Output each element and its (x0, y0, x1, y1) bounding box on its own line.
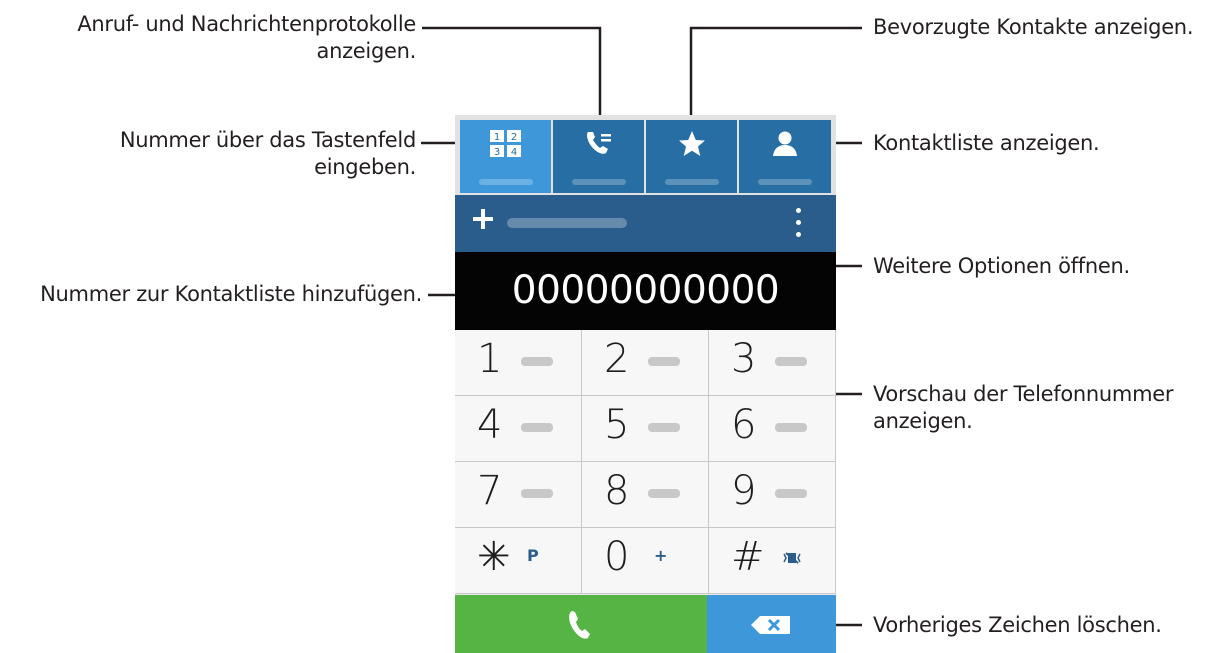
key-letters-label (521, 489, 553, 498)
key-9[interactable]: 9 (709, 462, 836, 528)
tab-logs[interactable] (553, 120, 644, 193)
key-digit: 1 (477, 336, 503, 382)
contact-person-icon (770, 129, 800, 163)
key-digit: 7 (477, 468, 503, 514)
key-10[interactable]: ✳ P (455, 528, 582, 594)
key-2[interactable]: 2 (582, 330, 709, 396)
key-digit: 5 (604, 402, 630, 448)
phone-icon (569, 611, 590, 639)
key-12[interactable]: # (709, 528, 836, 594)
tab-favorites-label (664, 179, 719, 185)
svg-text:4: 4 (510, 147, 516, 158)
key-1[interactable]: 1 (455, 330, 582, 396)
key-letters-label (648, 423, 680, 432)
callout-preview-line2: anzeigen. (873, 409, 973, 433)
phone-number-display: 00000000000 (455, 252, 836, 330)
key-digit: 8 (604, 468, 630, 514)
tab-logs-label (571, 179, 626, 185)
bottom-buttons (455, 595, 836, 653)
callout-logs-line2: anzeigen. (316, 39, 417, 63)
tab-favorites[interactable] (646, 120, 737, 193)
key-7[interactable]: 7 (455, 462, 582, 528)
key-digit: ✳ (477, 534, 511, 580)
svg-text:2: 2 (510, 132, 516, 143)
call-log-icon (584, 129, 614, 163)
key-6[interactable]: 6 (709, 396, 836, 462)
key-digit: 9 (731, 468, 757, 514)
svg-text:3: 3 (493, 147, 499, 158)
tab-contacts-label (758, 179, 812, 185)
vibrate-icon (781, 550, 803, 569)
dialer-action-bar (455, 195, 836, 252)
more-options-icon[interactable] (796, 208, 802, 238)
backspace-icon (751, 616, 790, 634)
callout-preview-line1: Vorschau der Telefonnummer (873, 382, 1174, 406)
key-letters-label (648, 489, 680, 498)
svg-text:1: 1 (493, 132, 499, 143)
key-sub-label: P (527, 546, 539, 565)
key-letters-label (775, 357, 807, 366)
key-5[interactable]: 5 (582, 396, 709, 462)
callout-keypad-line1: Nummer über das Tastenfeld (119, 128, 416, 152)
key-digit: 3 (731, 336, 757, 382)
tab-bar: 1 2 3 4 (455, 115, 836, 195)
callout-add-contact: Nummer zur Kontaktliste hinzufügen. (40, 282, 422, 306)
key-4[interactable]: 4 (455, 396, 582, 462)
tab-keypad-label (478, 179, 533, 185)
callout-contacts: Kontaktliste anzeigen. (873, 131, 1100, 155)
key-letters-label (775, 423, 807, 432)
phone-dialer-screen: 1 2 3 4 00000000000 1 2 3 4 5 6 7 8 9 ✳ … (455, 115, 836, 653)
callout-logs-line1: Anruf- und Nachrichtenprotokolle (77, 12, 416, 36)
key-8[interactable]: 8 (582, 462, 709, 528)
key-11[interactable]: 0 + (582, 528, 709, 594)
key-digit: 2 (604, 336, 630, 382)
key-3[interactable]: 3 (709, 330, 836, 396)
callout-favorites: Bevorzugte Kontakte anzeigen. (873, 15, 1194, 39)
key-digit: 0 (604, 534, 630, 580)
callout-more-options: Weitere Optionen öffnen. (873, 254, 1130, 278)
key-letters-label (521, 357, 553, 366)
star-icon (677, 129, 707, 163)
delete-button[interactable] (707, 595, 836, 653)
callout-preview: Vorschau der Telefonnummer anzeigen. (873, 381, 1174, 435)
tab-contacts[interactable] (739, 120, 831, 193)
key-digit: 4 (477, 402, 503, 448)
keypad-icon: 1 2 3 4 (489, 129, 523, 163)
key-letters-label (775, 489, 807, 498)
callout-keypad-line2: eingeben. (314, 155, 416, 179)
key-digit: # (731, 534, 765, 580)
key-letters-label (648, 357, 680, 366)
add-to-contacts-label (507, 218, 627, 228)
tab-keypad[interactable]: 1 2 3 4 (460, 120, 551, 193)
callout-logs: Anruf- und Nachrichtenprotokolle anzeige… (40, 11, 416, 65)
key-sub-label: + (654, 546, 668, 565)
callout-keypad: Nummer über das Tastenfeld eingeben. (90, 127, 416, 181)
callout-delete: Vorheriges Zeichen löschen. (873, 613, 1162, 637)
plus-icon[interactable] (471, 203, 495, 237)
call-button[interactable] (455, 595, 707, 653)
key-letters-label (521, 423, 553, 432)
key-digit: 6 (731, 402, 757, 448)
